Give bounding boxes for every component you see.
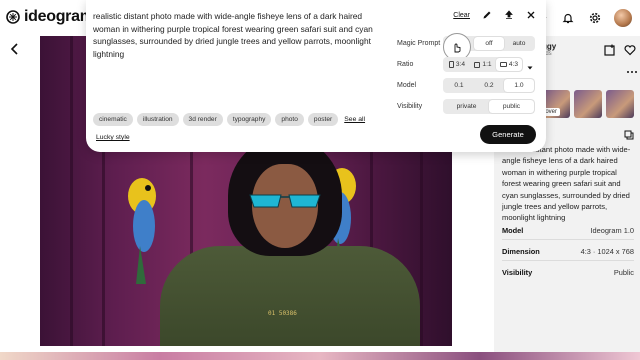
visibility-public-option[interactable]: public [489, 100, 534, 113]
style-tag-3d-render[interactable]: 3d render [182, 113, 223, 126]
hand-cursor-icon [454, 43, 461, 53]
style-tag-poster[interactable]: poster [307, 113, 339, 126]
ratio-option-label: 4:3 [508, 61, 519, 68]
model-option-0-2[interactable]: 0.2 [474, 79, 504, 92]
visibility-private-option[interactable]: private [444, 100, 489, 113]
divider [502, 260, 634, 261]
detail-row-dimension: Dimension 4:3 · 1024 x 768 [502, 247, 634, 256]
detail-prompt-text: realistic distant photo made with wide-a… [502, 145, 631, 223]
ratio-option-label: 1:1 [482, 61, 492, 68]
tree-trunk [70, 36, 73, 346]
detail-value: Public [613, 268, 634, 277]
detail-value: Ideogram 1.0 [590, 226, 634, 235]
model-selector: 0.1 0.2 1.0 [443, 78, 535, 93]
landscape-ratio-icon [499, 62, 507, 67]
style-tag-typography[interactable]: typography [226, 113, 272, 126]
detail-key: Model [502, 226, 524, 235]
ratio-option-1-1[interactable]: 1:1 [470, 58, 496, 71]
upload-icon[interactable] [504, 10, 514, 20]
style-tag-cinematic[interactable]: cinematic [93, 113, 133, 126]
top-icons [533, 9, 632, 27]
add-to-collection-icon[interactable] [604, 44, 616, 56]
detail-key: Dimension [502, 247, 540, 256]
magic-prompt-off-option[interactable]: off [474, 37, 504, 50]
green-jacket [160, 246, 420, 346]
heart-icon[interactable] [624, 44, 636, 56]
visibility-selector: private public [443, 99, 535, 114]
portrait-ratio-icon [448, 61, 454, 68]
model-label: Model [397, 82, 417, 89]
copy-prompt-icon[interactable] [624, 130, 634, 140]
see-all-link[interactable]: See all [344, 116, 365, 123]
parrot-left [128, 178, 156, 284]
variation-thumbnail[interactable] [574, 90, 602, 118]
chevron-down-icon[interactable] [526, 64, 534, 72]
generate-button[interactable]: Generate [480, 125, 536, 144]
clear-button[interactable]: Clear [453, 12, 470, 19]
bell-icon[interactable] [560, 10, 576, 26]
style-tag-illustration[interactable]: illustration [136, 113, 179, 126]
logo[interactable]: ideogram [6, 8, 94, 26]
model-option-0-1[interactable]: 0.1 [444, 79, 474, 92]
logo-text: ideogram [24, 8, 94, 25]
more-options-icon[interactable] [626, 66, 638, 78]
detail-row-visibility: Visibility Public [502, 268, 634, 277]
detail-row-model: Model Ideogram 1.0 [502, 226, 634, 235]
square-ratio-icon [474, 61, 481, 68]
gallery-strip[interactable] [0, 352, 640, 360]
lucky-style-link[interactable]: Lucky style [96, 134, 130, 141]
magic-prompt-auto-option[interactable]: auto [504, 37, 534, 50]
variation-thumbnail[interactable] [606, 90, 634, 118]
back-arrow-icon[interactable] [8, 42, 22, 56]
magic-prompt-label: Magic Prompt [397, 40, 441, 47]
ideogram-logo-icon [6, 10, 20, 24]
detail-value: 4:3 · 1024 x 768 [580, 247, 634, 256]
avatar[interactable] [614, 9, 632, 27]
style-tags: cinematic illustration 3d render typogra… [93, 113, 365, 126]
style-tag-photo[interactable]: photo [275, 113, 304, 126]
prompt-panel: realistic distant photo made with wide-a… [86, 0, 546, 152]
detail-key: Visibility [502, 268, 533, 277]
ratio-option-label: 3:4 [455, 61, 466, 68]
visibility-label: Visibility [397, 103, 423, 110]
model-option-1-0[interactable]: 1.0 [504, 79, 534, 92]
jacket-badge: 01 50386 [268, 310, 297, 317]
prompt-input[interactable]: realistic distant photo made with wide-a… [93, 10, 379, 60]
ratio-selector: 3:4 1:1 4:3 [443, 57, 523, 72]
ratio-label: Ratio [397, 61, 414, 68]
close-icon[interactable] [526, 10, 536, 20]
prompt-actions: Clear [453, 10, 536, 20]
ratio-option-4-3[interactable]: 4:3 [496, 58, 522, 71]
gear-icon[interactable] [587, 10, 603, 26]
divider [502, 239, 634, 240]
cyan-sunglasses [249, 194, 321, 208]
pencil-icon[interactable] [482, 10, 492, 20]
ratio-option-3-4[interactable]: 3:4 [444, 58, 470, 71]
